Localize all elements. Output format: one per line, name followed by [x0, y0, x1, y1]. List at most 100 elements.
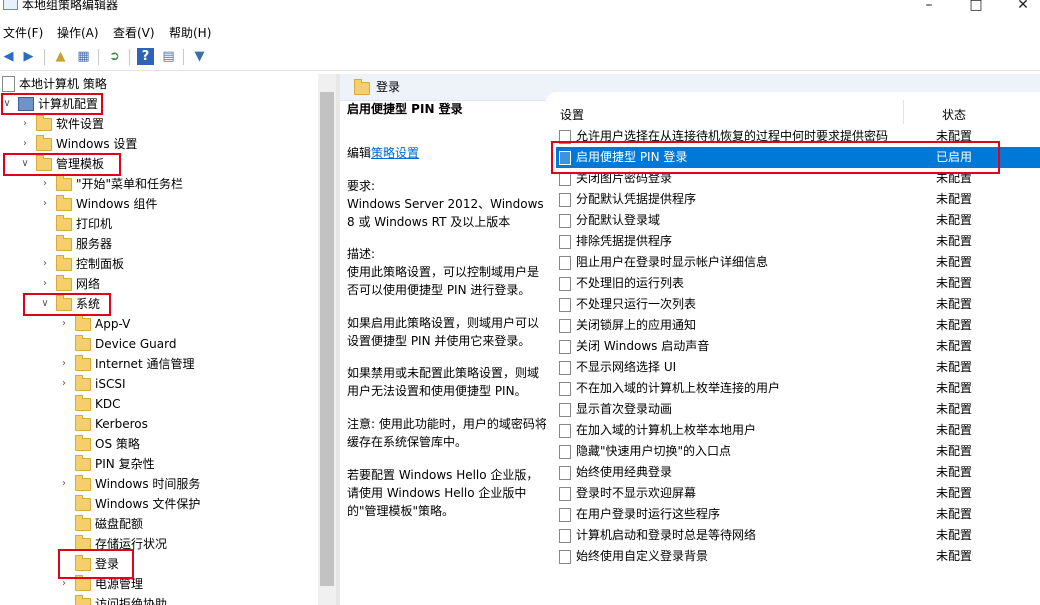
chevron-right-icon[interactable]: › — [59, 354, 69, 374]
setting-row[interactable]: 计算机启动和登录时总是等待网络 未配置 — [556, 525, 1040, 546]
tree-item-label: 本地计算机 策略 — [19, 77, 107, 91]
setting-row[interactable]: 始终使用经典登录 未配置 — [556, 462, 1040, 483]
setting-row[interactable]: 分配默认登录域 未配置 — [556, 210, 1040, 231]
filter-icon[interactable]: ▼ — [191, 48, 208, 65]
tree-item-label: Windows 设置 — [56, 137, 138, 151]
menu-view[interactable]: 查看(V) — [113, 24, 155, 42]
tree-item[interactable]: › App-V — [0, 314, 318, 334]
chevron-right-icon[interactable]: › — [59, 474, 69, 494]
tree-item[interactable]: KDC — [0, 394, 318, 414]
setting-name: 登录时不显示欢迎屏幕 — [576, 486, 697, 500]
chevron-right-icon[interactable]: › — [59, 574, 69, 594]
setting-row-selected[interactable]: 启用便捷型 PIN 登录 已启用 — [556, 147, 1040, 168]
setting-row[interactable]: 不处理只运行一次列表 未配置 — [556, 294, 1040, 315]
setting-row[interactable]: 不显示网络选择 UI 未配置 — [556, 357, 1040, 378]
setting-row[interactable]: 登录时不显示欢迎屏幕 未配置 — [556, 483, 1040, 504]
folder-icon — [75, 455, 91, 471]
tree-item[interactable]: Windows 文件保护 — [0, 494, 318, 514]
setting-row[interactable]: 在加入域的计算机上枚举本地用户 未配置 — [556, 420, 1040, 441]
tree-item[interactable]: › iSCSI — [0, 374, 318, 394]
policy-setting-icon — [559, 256, 571, 270]
tree-item[interactable]: › 网络 — [0, 274, 318, 294]
tree-item[interactable]: › 电源管理 — [0, 574, 318, 594]
tree-item[interactable]: ∨ 系统 — [0, 294, 318, 314]
chevron-down-icon[interactable]: ∨ — [40, 294, 50, 314]
folder-icon — [75, 315, 91, 331]
tree-item[interactable]: Device Guard — [0, 334, 318, 354]
tree-item[interactable]: 本地计算机 策略 — [0, 74, 318, 94]
chevron-down-icon[interactable]: ∨ — [2, 94, 12, 114]
tree-item[interactable]: 登录 — [0, 554, 318, 574]
setting-row[interactable]: 显示首次登录动画 未配置 — [556, 399, 1040, 420]
setting-state: 未配置 — [936, 423, 973, 437]
chevron-right-icon[interactable]: › — [40, 194, 50, 214]
chevron-right-icon[interactable]: › — [59, 374, 69, 394]
close-button[interactable]: ✕ — [1000, 0, 1040, 16]
setting-row[interactable]: 在用户登录时运行这些程序 未配置 — [556, 504, 1040, 525]
tree-item[interactable]: Kerberos — [0, 414, 318, 434]
tree-item[interactable]: ∨ 管理模板 — [0, 154, 318, 174]
setting-row[interactable]: 关闭 Windows 启动声音 未配置 — [556, 336, 1040, 357]
setting-row[interactable]: 允许用户选择在从连接待机恢复的过程中何时要求提供密码 未配置 — [556, 126, 1040, 147]
tree-item[interactable]: PIN 复杂性 — [0, 454, 318, 474]
help-icon[interactable]: ? — [137, 48, 154, 65]
setting-row[interactable]: 隐藏"快速用户切换"的入口点 未配置 — [556, 441, 1040, 462]
forward-icon[interactable]: ▶ — [20, 48, 37, 65]
tree-item[interactable]: 打印机 — [0, 214, 318, 234]
tree-item[interactable]: 存储运行状况 — [0, 534, 318, 554]
tree-item-label: Device Guard — [95, 337, 177, 351]
setting-row[interactable]: 关闭图片密码登录 未配置 — [556, 168, 1040, 189]
chevron-right-icon[interactable]: › — [20, 114, 30, 134]
tree-item[interactable]: › 控制面板 — [0, 254, 318, 274]
tree-item[interactable]: 服务器 — [0, 234, 318, 254]
column-header-setting[interactable]: 设置 — [560, 106, 584, 123]
tree-item[interactable]: 磁盘配额 — [0, 514, 318, 534]
tree-item[interactable]: › Windows 设置 — [0, 134, 318, 154]
maximize-button[interactable]: □ — [953, 0, 999, 16]
column-header-state[interactable]: 状态 — [942, 106, 966, 123]
export-list-icon[interactable]: ➲ — [106, 48, 123, 65]
chevron-right-icon[interactable]: › — [59, 314, 69, 334]
folder-icon — [354, 79, 370, 95]
setting-name: 始终使用经典登录 — [576, 465, 673, 479]
tree-item[interactable]: ∨ 计算机配置 — [0, 94, 318, 114]
tree-item[interactable]: › Internet 通信管理 — [0, 354, 318, 374]
menu-file[interactable]: 文件(F) — [3, 24, 43, 42]
tree-item[interactable]: › Windows 时间服务 — [0, 474, 318, 494]
setting-name: 分配默认凭据提供程序 — [576, 192, 697, 206]
chevron-right-icon[interactable]: › — [40, 254, 50, 274]
chevron-right-icon[interactable]: › — [20, 134, 30, 154]
minimize-button[interactable]: – — [906, 0, 952, 16]
computer-icon — [18, 97, 34, 111]
chevron-down-icon[interactable]: ∨ — [20, 154, 30, 174]
tree-item-label: 电源管理 — [95, 577, 144, 591]
setting-row[interactable]: 阻止用户在登录时显示帐户详细信息 未配置 — [556, 252, 1040, 273]
setting-row[interactable]: 不在加入域的计算机上枚举连接的用户 未配置 — [556, 378, 1040, 399]
properties-icon[interactable]: ▤ — [160, 48, 177, 65]
menu-action[interactable]: 操作(A) — [57, 24, 99, 42]
tree-item[interactable]: 访问拒绝协助 — [0, 594, 318, 605]
setting-row[interactable]: 排除凭据提供程序 未配置 — [556, 231, 1040, 252]
setting-row[interactable]: 分配默认凭据提供程序 未配置 — [556, 189, 1040, 210]
tree-item[interactable]: › Windows 组件 — [0, 194, 318, 214]
folder-icon — [75, 535, 91, 551]
show-hide-tree-icon[interactable]: ▦ — [75, 48, 92, 65]
column-separator[interactable] — [903, 100, 904, 124]
policy-settings-link[interactable]: 策略设置 — [371, 146, 419, 160]
chevron-right-icon[interactable]: › — [40, 274, 50, 294]
tree-item[interactable]: OS 策略 — [0, 434, 318, 454]
policy-setting-icon — [559, 172, 571, 186]
back-icon[interactable]: ◀ — [0, 48, 17, 65]
setting-row[interactable]: 关闭锁屏上的应用通知 未配置 — [556, 315, 1040, 336]
setting-row[interactable]: 始终使用自定义登录背景 未配置 — [556, 546, 1040, 567]
policy-setting-icon — [559, 445, 571, 459]
tree-item[interactable]: › 软件设置 — [0, 114, 318, 134]
menu-help[interactable]: 帮助(H) — [169, 24, 211, 42]
tree-scrollbar-thumb[interactable] — [320, 92, 334, 586]
requirements-text: Windows Server 2012、Windows 8 或 Windows … — [347, 197, 544, 229]
tree-item[interactable]: › "开始"菜单和任务栏 — [0, 174, 318, 194]
setting-row[interactable]: 不处理旧的运行列表 未配置 — [556, 273, 1040, 294]
tree-item-label: 存储运行状况 — [95, 537, 168, 551]
chevron-right-icon[interactable]: › — [40, 174, 50, 194]
up-folder-icon[interactable]: ▲ — [52, 48, 69, 65]
